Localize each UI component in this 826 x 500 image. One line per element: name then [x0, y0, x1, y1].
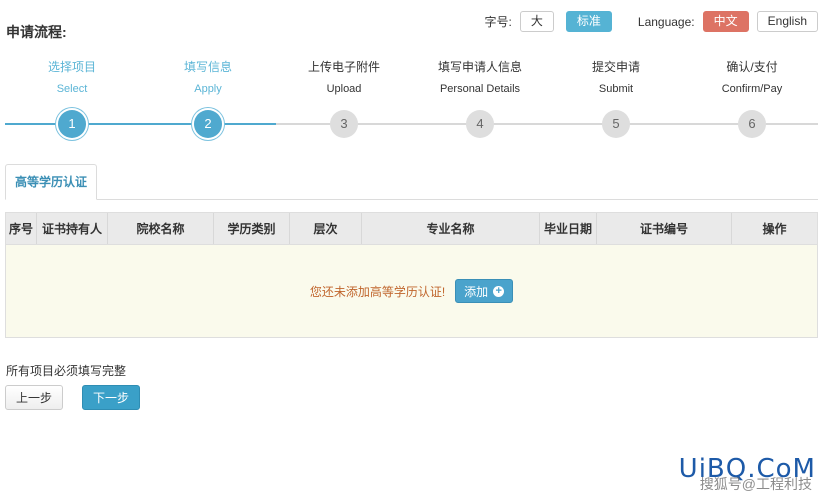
column-header: 序号 [6, 213, 37, 244]
column-header: 证书编号 [597, 213, 732, 244]
watermark-sub: 搜狐号@工程利技 [699, 476, 812, 492]
step-label-en: Upload [326, 83, 362, 95]
tab-strip: 高等学历认证 [5, 164, 818, 200]
previous-step-button[interactable]: 上一步 [5, 385, 63, 410]
step-label-cn: 选择项目 [47, 60, 96, 74]
plus-circle-icon: + [493, 285, 505, 297]
toolbar: 字号: 大 标准 Language: 中文 English [485, 11, 818, 32]
lang-en-button[interactable]: English [756, 11, 818, 32]
lang-cn-button[interactable]: 中文 [702, 11, 749, 32]
column-header: 操作 [762, 222, 787, 236]
column-header: 院校名称 [108, 213, 214, 244]
step-number: 4 [466, 110, 494, 138]
step-confirm-pay: 确认/支付 Confirm/Pay 6 [684, 58, 820, 138]
page-title: 申请流程: [6, 24, 67, 40]
column-header: 毕业日期 [540, 213, 597, 244]
step-label-cn: 填写信息 [183, 60, 232, 74]
step-label-en: Apply [194, 83, 222, 95]
step-number: 2 [194, 110, 222, 138]
column-header: 证书持有人 [37, 213, 108, 244]
next-step-button[interactable]: 下一步 [82, 385, 140, 410]
step-apply: 填写信息 Apply 2 [140, 58, 276, 138]
step-label-en: Select [56, 83, 88, 95]
font-size-label: 字号: [484, 15, 512, 29]
column-header: 层次 [290, 213, 362, 244]
step-label-en: Personal Details [439, 83, 521, 95]
column-header: 专业名称 [362, 213, 540, 244]
step-number: 5 [602, 110, 630, 138]
language-label: Language: [637, 14, 695, 29]
add-certification-button[interactable]: 添加 + [455, 279, 514, 303]
required-hint: 所有项目必须填写完整 [6, 364, 127, 378]
step-select: 选择项目 Select 1 [4, 58, 140, 138]
step-label-cn: 提交申请 [591, 60, 640, 74]
step-personal-details: 填写申请人信息 Personal Details 4 [412, 58, 548, 138]
step-label-cn: 填写申请人信息 [437, 60, 522, 74]
certification-table: 序号 证书持有人 院校名称 学历类别 层次 专业名称 毕业日期 证书编号 操作 … [5, 212, 818, 338]
tab-higher-education-certification[interactable]: 高等学历认证 [5, 164, 98, 200]
step-number: 6 [738, 110, 766, 138]
empty-message: 您还未添加高等学历认证! [309, 284, 446, 299]
step-label-en: Confirm/Pay [721, 83, 783, 95]
font-large-button[interactable]: 大 [519, 11, 554, 32]
step-label-en: Submit [598, 83, 634, 95]
column-header: 学历类别 [214, 213, 290, 244]
progress-steps: 选择项目 Select 1 填写信息 Apply 2 上传电子附件 Upload… [0, 58, 826, 148]
step-number: 3 [330, 110, 358, 138]
step-submit: 提交申请 Submit 5 [548, 58, 684, 138]
table-header: 序号 证书持有人 院校名称 学历类别 层次 专业名称 毕业日期 证书编号 操作 [6, 213, 817, 245]
step-upload: 上传电子附件 Upload 3 [276, 58, 412, 138]
step-label-cn: 上传电子附件 [307, 60, 380, 74]
add-button-label: 添加 [464, 284, 489, 299]
font-standard-button[interactable]: 标准 [565, 11, 612, 32]
step-label-cn: 确认/支付 [726, 60, 778, 74]
step-number: 1 [58, 110, 86, 138]
empty-state: 您还未添加高等学历认证! 添加 + [6, 245, 817, 337]
